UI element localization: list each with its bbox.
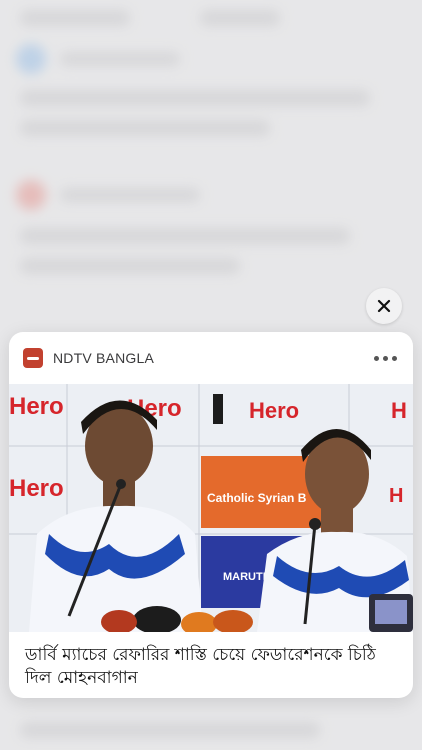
hero-logo-text: Hero [9, 475, 64, 502]
hero-logo-text: Hero [9, 393, 64, 420]
hero-logo-text: Hero [249, 398, 299, 423]
close-button[interactable] [366, 288, 402, 324]
close-icon [377, 299, 391, 313]
svg-text:H: H [391, 398, 407, 423]
article-photo[interactable]: Hero Hero Hero H Hero Catholic Syrian B … [9, 384, 413, 632]
publisher-logo [23, 348, 43, 368]
article-headline[interactable]: ডার্বি ম্যাচের রেফারির শাস্তি চেয়ে ফেডা… [9, 632, 413, 690]
sponsor-text: Catholic Syrian B [207, 491, 307, 505]
svg-text:H: H [389, 485, 403, 507]
card-header: NDTV BANGLA [9, 332, 413, 384]
maruti-text: MARUTI [223, 571, 266, 583]
article-preview-card[interactable]: NDTV BANGLA Hero Hero Hero H Hero Cathol… [9, 332, 413, 698]
more-options-button[interactable] [372, 350, 399, 367]
publisher-name: NDTV BANGLA [53, 350, 154, 366]
more-icon [374, 355, 379, 361]
